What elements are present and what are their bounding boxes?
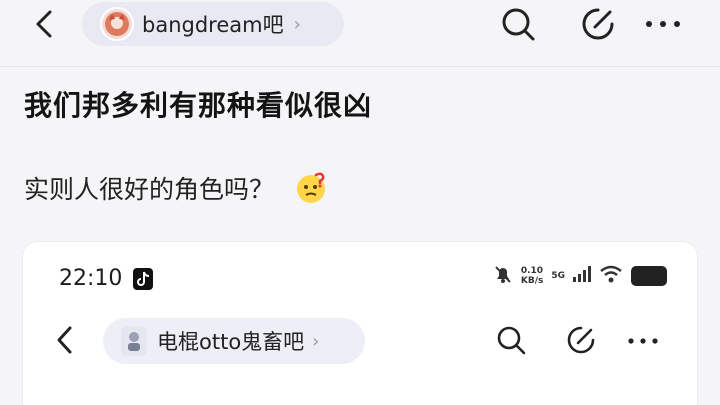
inner-more-icon: [623, 326, 663, 356]
inner-search-icon: [493, 322, 529, 358]
top-bar: bangdream吧 ›: [0, 0, 720, 62]
edit-icon[interactable]: [578, 4, 618, 44]
tiktok-icon: [133, 268, 153, 290]
more-icon[interactable]: [640, 6, 686, 42]
status-indicators: 0.10 KB/s 5G: [493, 264, 667, 288]
search-icon[interactable]: [496, 4, 540, 44]
battery-icon: [631, 266, 667, 286]
inner-forum-chip: 电棍otto鬼畜吧 ›: [103, 318, 365, 364]
chevron-right-icon: ›: [293, 13, 301, 35]
post-title: 我们邦多利有那种看似很凶: [24, 89, 373, 122]
thinking-face-icon: [294, 171, 328, 205]
status-time: 22:10: [59, 266, 123, 291]
signal-icon: [573, 266, 591, 286]
forum-name: bangdream吧: [142, 13, 284, 37]
inner-edit-icon: [563, 322, 599, 358]
back-icon[interactable]: [30, 8, 60, 40]
wifi-icon: [599, 265, 623, 287]
post-body: 实则人很好的角色吗？: [24, 170, 328, 206]
net-speed: 0.10 KB/s: [521, 266, 543, 286]
embedded-screenshot[interactable]: 22:10 0.10 KB/s 5G 电棍otto鬼畜吧 ›: [22, 241, 698, 405]
inner-back-icon: [53, 322, 75, 358]
network-type: 5G: [551, 271, 565, 281]
mute-bell-icon: [493, 264, 513, 288]
post-body-text: 实则人很好的角色吗？: [24, 175, 275, 204]
forum-avatar: [100, 7, 134, 41]
inner-forum-avatar: [121, 326, 147, 356]
net-speed-unit: KB/s: [520, 276, 544, 286]
header-divider: [0, 66, 720, 67]
net-speed-value: 0.10: [520, 266, 544, 276]
forum-chip[interactable]: bangdream吧 ›: [82, 2, 344, 46]
chevron-right-icon: ›: [312, 330, 320, 352]
inner-forum-name: 电棍otto鬼畜吧: [157, 330, 305, 354]
